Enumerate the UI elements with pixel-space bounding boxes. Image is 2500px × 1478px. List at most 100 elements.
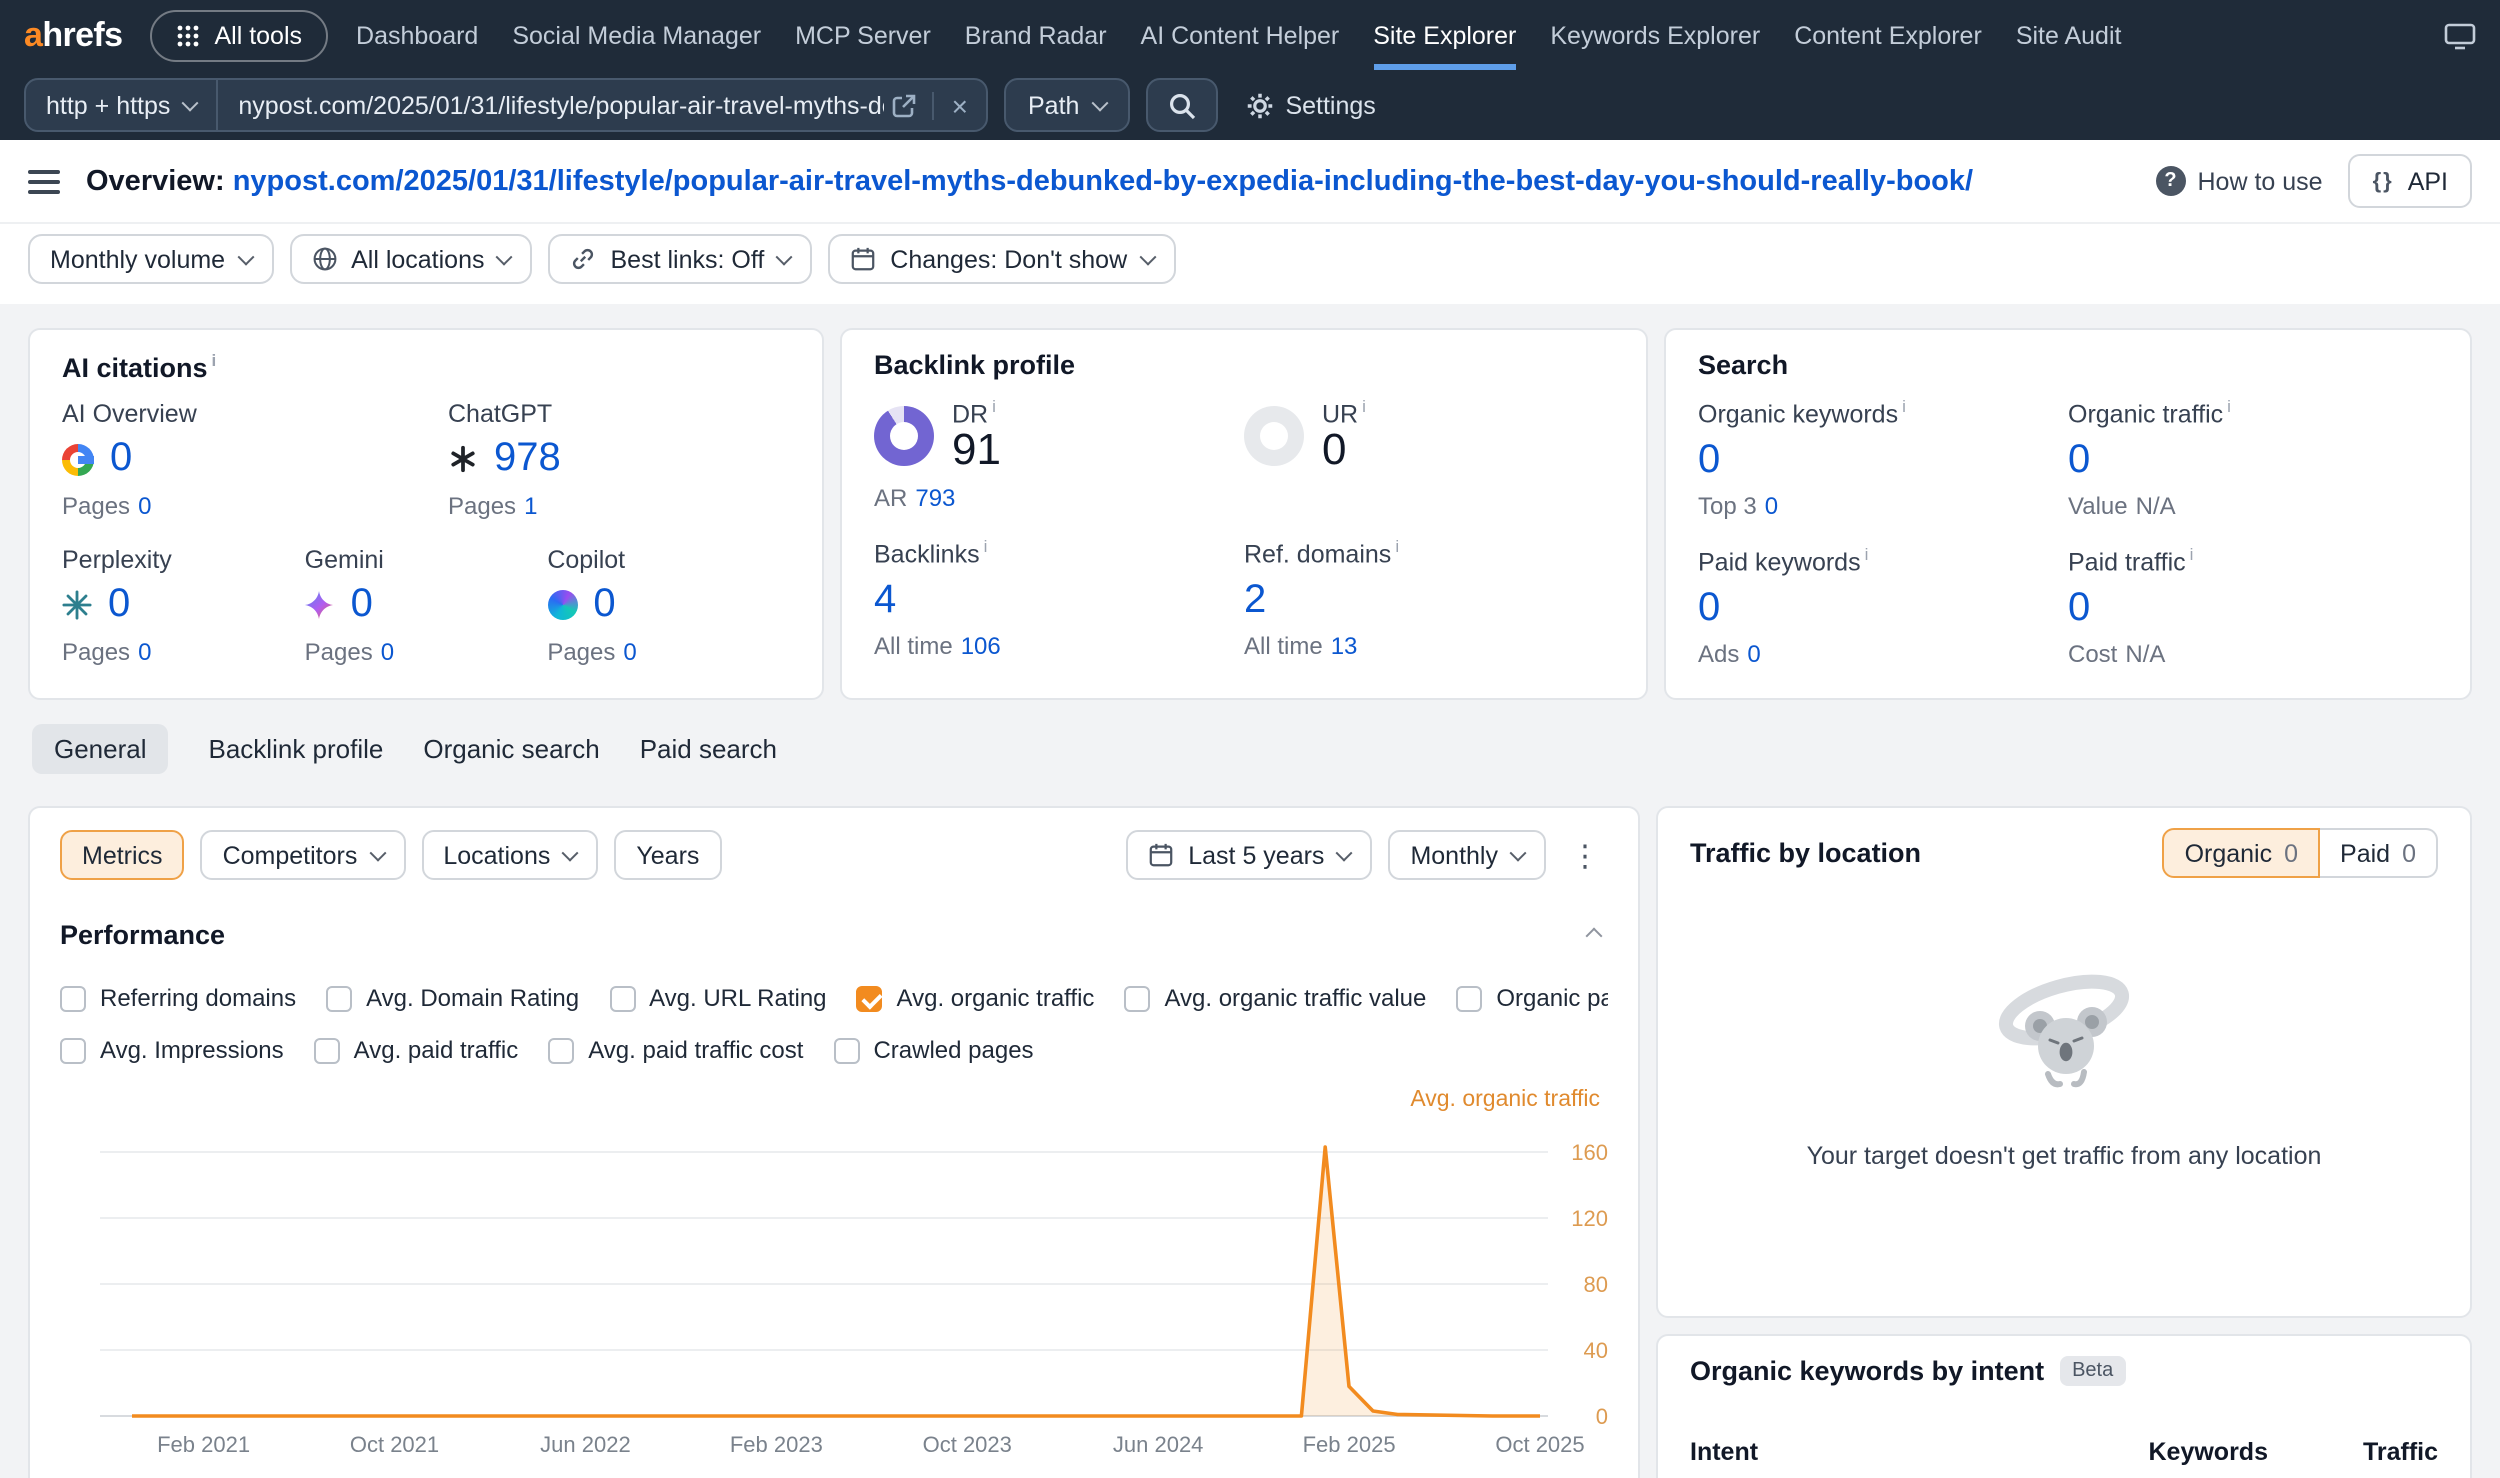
copilot-metric: Copilot 0 Pages0	[547, 545, 790, 665]
metric-value[interactable]: 0	[110, 436, 132, 482]
column-traffic[interactable]: Traffic	[2268, 1438, 2438, 1466]
target-url-link[interactable]: nypost.com/2025/01/31/lifestyle/popular-…	[233, 165, 1973, 197]
organic-keywords-value[interactable]: 0	[1698, 437, 1720, 483]
best-links-dropdown[interactable]: Best links: Off	[549, 234, 813, 284]
nav-item-social-media-manager[interactable]: Social Media Manager	[512, 0, 761, 70]
page-header: Overview: nypost.com/2025/01/31/lifestyl…	[0, 140, 2500, 224]
nav-item-dashboard[interactable]: Dashboard	[356, 0, 478, 70]
info-icon[interactable]: i	[2190, 544, 2194, 564]
metric-value[interactable]: 0	[593, 582, 615, 628]
checkbox-avg-paid-traffic-cost[interactable]: Avg. paid traffic cost	[548, 1036, 803, 1064]
backlinks-alltime-value[interactable]: 106	[961, 633, 1001, 661]
date-range-label: Last 5 years	[1188, 841, 1324, 869]
info-icon[interactable]: i	[1362, 396, 1366, 416]
top3-value[interactable]: 0	[1765, 492, 1778, 520]
info-icon[interactable]: i	[2227, 396, 2231, 416]
changes-dropdown[interactable]: Changes: Don't show	[828, 234, 1175, 284]
pages-value[interactable]: 0	[138, 491, 151, 519]
competitors-dropdown[interactable]: Competitors	[201, 830, 406, 880]
column-keywords[interactable]: Keywords	[2028, 1438, 2268, 1466]
paid-toggle-button[interactable]: Paid 0	[2320, 828, 2438, 878]
how-to-use-link[interactable]: ? How to use	[2156, 166, 2323, 196]
nav-item-brand-radar[interactable]: Brand Radar	[965, 0, 1107, 70]
api-button[interactable]: {} API	[2349, 154, 2472, 208]
ahrefs-logo[interactable]: ahrefs	[24, 15, 122, 55]
nav-item-mcp-server[interactable]: MCP Server	[795, 0, 931, 70]
refdomains-value[interactable]: 2	[1244, 578, 1266, 624]
collapse-button[interactable]	[1580, 912, 1608, 956]
nav-item-content-explorer[interactable]: Content Explorer	[1794, 0, 1982, 70]
nav-item-site-explorer[interactable]: Site Explorer	[1373, 0, 1516, 70]
protocol-dropdown[interactable]: http + https	[26, 80, 218, 130]
desktop-icon[interactable]	[2444, 21, 2476, 49]
checkbox-avg-organic-traffic-value[interactable]: Avg. organic traffic value	[1124, 984, 1426, 1012]
info-icon[interactable]: i	[1865, 544, 1869, 564]
checkbox-avg-organic-traffic[interactable]: Avg. organic traffic	[857, 984, 1095, 1012]
checkbox-avg-url-rating[interactable]: Avg. URL Rating	[609, 984, 826, 1012]
calendar-icon	[850, 246, 876, 272]
tab-organic-search[interactable]: Organic search	[423, 724, 599, 774]
info-icon[interactable]: i	[1395, 536, 1399, 556]
checkbox-label: Avg. URL Rating	[649, 984, 826, 1012]
gear-icon	[1245, 91, 1273, 119]
organic-toggle-button[interactable]: Organic 0	[2163, 828, 2320, 878]
organic-traffic-value[interactable]: 0	[2068, 437, 2090, 483]
copilot-icon	[547, 590, 577, 620]
paid-traffic-metric: Paid traffici 0 CostN/A	[2068, 544, 2438, 668]
pages-value[interactable]: 0	[623, 637, 636, 665]
refdomains-alltime-value[interactable]: 13	[1331, 633, 1358, 661]
target-bar: http + https nypost.com/2025/01/31/lifes…	[0, 70, 2500, 140]
best-links-label: Best links: Off	[611, 245, 765, 273]
mode-dropdown[interactable]: Path	[1004, 78, 1129, 132]
metric-value[interactable]: 0	[351, 582, 373, 628]
pages-value[interactable]: 1	[524, 491, 537, 519]
paid-traffic-value[interactable]: 0	[2068, 586, 2090, 632]
pages-value[interactable]: 0	[381, 637, 394, 665]
clear-icon[interactable]: ×	[942, 91, 986, 119]
years-button[interactable]: Years	[614, 830, 721, 880]
checkbox-avg-domain-rating[interactable]: Avg. Domain Rating	[326, 984, 579, 1012]
paid-keywords-value[interactable]: 0	[1698, 586, 1720, 632]
tab-paid-search[interactable]: Paid search	[640, 724, 777, 774]
ar-value[interactable]: 793	[915, 484, 955, 512]
info-icon[interactable]: i	[992, 396, 996, 416]
checkbox-crawled-pages[interactable]: Crawled pages	[833, 1036, 1033, 1064]
locations-dropdown[interactable]: Locations	[421, 830, 598, 880]
metric-value[interactable]: 0	[108, 582, 130, 628]
column-intent[interactable]: Intent	[1690, 1438, 2028, 1466]
checkbox-organic-pages[interactable]: Organic pages	[1456, 984, 1608, 1012]
all-tools-button[interactable]: All tools	[150, 9, 328, 61]
checkbox-referring-domains[interactable]: Referring domains	[60, 984, 296, 1012]
target-url-input[interactable]: nypost.com/2025/01/31/lifestyle/popular-…	[218, 91, 883, 119]
ads-value[interactable]: 0	[1747, 641, 1760, 669]
grid-icon	[176, 23, 200, 47]
tab-general[interactable]: General	[32, 724, 169, 774]
nav-item-ai-content-helper[interactable]: AI Content Helper	[1141, 0, 1340, 70]
checkbox-avg-paid-traffic[interactable]: Avg. paid traffic	[314, 1036, 519, 1064]
more-options-icon[interactable]: ⋮	[1562, 837, 1608, 873]
date-range-dropdown[interactable]: Last 5 years	[1126, 830, 1372, 880]
locations-filter-dropdown[interactable]: All locations	[289, 234, 532, 284]
organic-paid-toggle: Organic 0 Paid 0	[2163, 828, 2438, 878]
nav-item-site-audit[interactable]: Site Audit	[2016, 0, 2122, 70]
metric-value[interactable]: 978	[494, 436, 561, 482]
backlinks-value[interactable]: 4	[874, 578, 896, 624]
monthly-volume-dropdown[interactable]: Monthly volume	[28, 234, 273, 284]
menu-icon[interactable]	[28, 169, 60, 193]
info-icon[interactable]: i	[984, 536, 988, 556]
granularity-dropdown[interactable]: Monthly	[1388, 830, 1546, 880]
info-icon[interactable]: i	[212, 350, 217, 370]
checkbox-avg-impressions[interactable]: Avg. Impressions	[60, 1036, 284, 1064]
tab-backlink-profile[interactable]: Backlink profile	[209, 724, 384, 774]
info-icon[interactable]: i	[1902, 396, 1906, 416]
external-link-icon[interactable]	[884, 93, 924, 117]
settings-button[interactable]: Settings	[1245, 91, 1375, 119]
google-icon	[62, 443, 94, 475]
search-button[interactable]	[1145, 78, 1217, 132]
metrics-button[interactable]: Metrics	[60, 830, 185, 880]
pages-value[interactable]: 0	[138, 637, 151, 665]
nav-item-keywords-explorer[interactable]: Keywords Explorer	[1550, 0, 1760, 70]
beta-badge: Beta	[2060, 1356, 2125, 1386]
chevron-down-icon	[496, 248, 513, 265]
svg-text:Feb 2023: Feb 2023	[730, 1432, 823, 1457]
